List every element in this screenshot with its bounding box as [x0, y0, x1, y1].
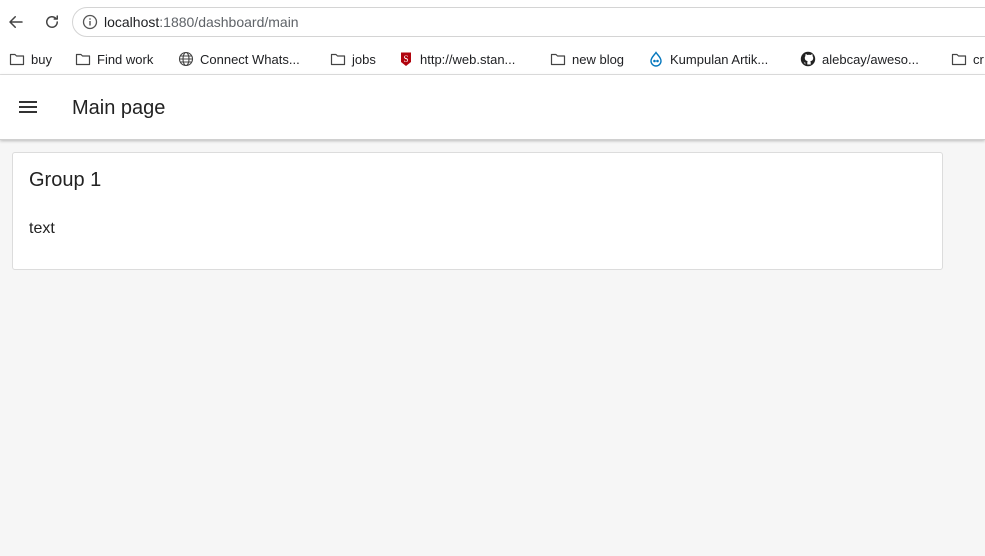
github-icon: [800, 51, 816, 67]
bookmark-label: new blog: [572, 51, 625, 67]
browser-toolbar: localhost:1880/dashboard/main: [0, 0, 985, 44]
bookmark-alebcay-awesome[interactable]: alebcay/aweso...: [800, 49, 919, 69]
bookmark-web-stanford[interactable]: S http://web.stan...: [398, 49, 515, 69]
folder-icon: [75, 53, 91, 66]
info-icon[interactable]: [82, 14, 98, 30]
address-bar[interactable]: localhost:1880/dashboard/main: [72, 7, 985, 37]
bookmark-label: cr: [973, 51, 984, 67]
group-card: Group 1 text: [12, 152, 943, 270]
app-bar: Main page: [0, 75, 985, 140]
menu-button[interactable]: [16, 95, 40, 119]
stanford-icon: S: [401, 52, 411, 66]
globe-icon: [178, 51, 194, 67]
bookmark-jobs[interactable]: jobs: [330, 49, 376, 69]
url-path: :1880/dashboard/main: [159, 14, 299, 30]
bookmark-cr[interactable]: cr: [951, 49, 984, 69]
bookmark-kumpulan-artik[interactable]: Kumpulan Artik...: [648, 49, 768, 69]
url-text[interactable]: localhost:1880/dashboard/main: [104, 14, 299, 30]
arrow-left-icon: [9, 16, 23, 28]
folder-icon: [330, 53, 346, 66]
group-title: Group 1: [29, 169, 102, 191]
bookmarks-bar: buy Find work Connect Whats... jobs S ht…: [0, 44, 985, 75]
bookmark-find-work[interactable]: Find work: [75, 49, 153, 69]
reload-icon: [46, 15, 58, 28]
bookmark-label: http://web.stan...: [420, 51, 516, 67]
bookmark-label: jobs: [352, 51, 376, 67]
folder-icon: [9, 53, 25, 66]
svg-text:S: S: [403, 54, 408, 64]
bookmark-label: Connect Whats...: [200, 51, 300, 67]
bookmark-label: Kumpulan Artik...: [670, 51, 769, 67]
url-host: localhost: [104, 14, 160, 30]
bookmark-new-blog[interactable]: new blog: [550, 49, 624, 69]
bookmark-label: Find work: [97, 51, 154, 67]
bookmark-label: alebcay/aweso...: [822, 51, 919, 67]
folder-icon: [951, 53, 967, 66]
bookmark-label: buy: [31, 51, 52, 67]
text-widget: text: [29, 220, 55, 237]
page-title: Main page: [72, 97, 166, 119]
hamburger-menu-icon: [19, 101, 37, 113]
drupal-icon: [650, 51, 662, 67]
reload-button[interactable]: [40, 10, 64, 34]
back-button[interactable]: [4, 10, 28, 34]
bookmark-connect-whats[interactable]: Connect Whats...: [178, 49, 300, 69]
folder-icon: [550, 53, 566, 66]
bookmark-buy[interactable]: buy: [9, 49, 52, 69]
